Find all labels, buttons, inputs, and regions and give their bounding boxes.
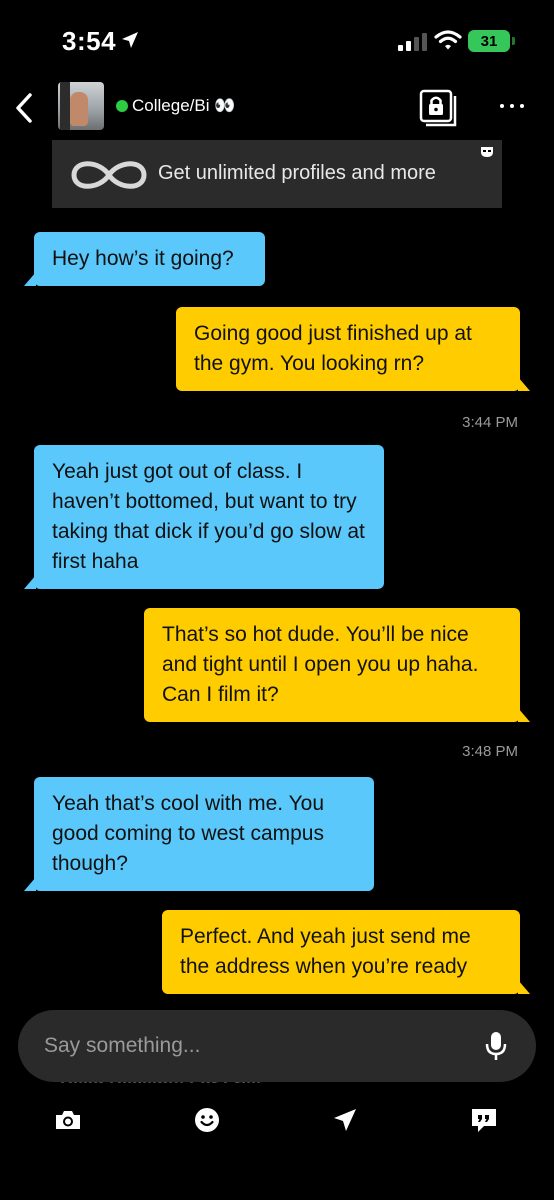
saved-phrases-icon [472,1109,496,1132]
message-composer [18,1010,536,1082]
more-dot [510,104,514,108]
outgoing-message[interactable]: Going good just finished up at the gym. … [176,307,530,391]
message-timestamp: 3:44 PM [462,414,518,431]
battery-level: 31 [480,32,498,50]
chat-toolbar [0,1100,554,1140]
home-indicator-area [0,1190,554,1200]
message-timestamp: 3:48 PM [462,743,518,760]
profile-name[interactable]: College/Bi 👀 [132,96,235,116]
message-text: Going good just finished up at the gym. … [194,322,472,375]
wifi-icon [434,30,462,50]
microphone-icon[interactable] [484,1030,508,1062]
emoji-button[interactable] [191,1104,223,1136]
online-status-dot [116,100,128,112]
message-text: Yeah that’s cool with me. You good comin… [52,792,325,875]
more-dot [520,104,524,108]
unlimited-promo-banner[interactable]: Get unlimited profiles and more [52,140,502,208]
saved-phrases-button[interactable] [468,1104,500,1136]
back-button[interactable] [6,88,42,128]
outgoing-message[interactable]: Perfect. And yeah just send me the addre… [162,910,530,994]
message-text: Hey how’s it going? [52,247,234,270]
outgoing-message[interactable]: That’s so hot dude. You’ll be nice and t… [144,608,530,722]
incoming-message[interactable]: Hey how’s it going? [24,232,265,286]
message-text: Yeah just got out of class. I haven’t bo… [52,460,365,573]
emoji-icon [195,1108,219,1132]
message-text: Perfect. And yeah just send me the addre… [180,925,471,978]
chat-header: College/Bi 👀 [0,80,554,136]
incoming-message[interactable]: Yeah that’s cool with me. You good comin… [24,777,374,891]
location-button[interactable] [329,1104,361,1136]
private-album-icon[interactable] [418,88,458,128]
location-services-icon [122,32,138,48]
incoming-message[interactable]: Yeah just got out of class. I haven’t bo… [24,445,384,589]
battery-indicator: 31 [468,30,515,52]
status-time: 3:54 [62,26,117,56]
status-bar: 3:54 31 [0,0,554,80]
message-input[interactable] [44,1028,464,1064]
location-icon [334,1109,356,1131]
more-options-button[interactable] [492,94,532,118]
camera-button[interactable] [52,1104,84,1136]
chevron-left-icon [16,93,32,123]
camera-icon [56,1111,80,1129]
grindr-mask-icon [481,147,493,157]
profile-avatar[interactable] [58,82,104,130]
infinity-icon [71,161,147,189]
promo-text: Get unlimited profiles and more [158,162,436,184]
more-dot [500,104,504,108]
message-text: That’s so hot dude. You’ll be nice and t… [162,623,479,706]
cellular-signal-icon [398,33,427,51]
